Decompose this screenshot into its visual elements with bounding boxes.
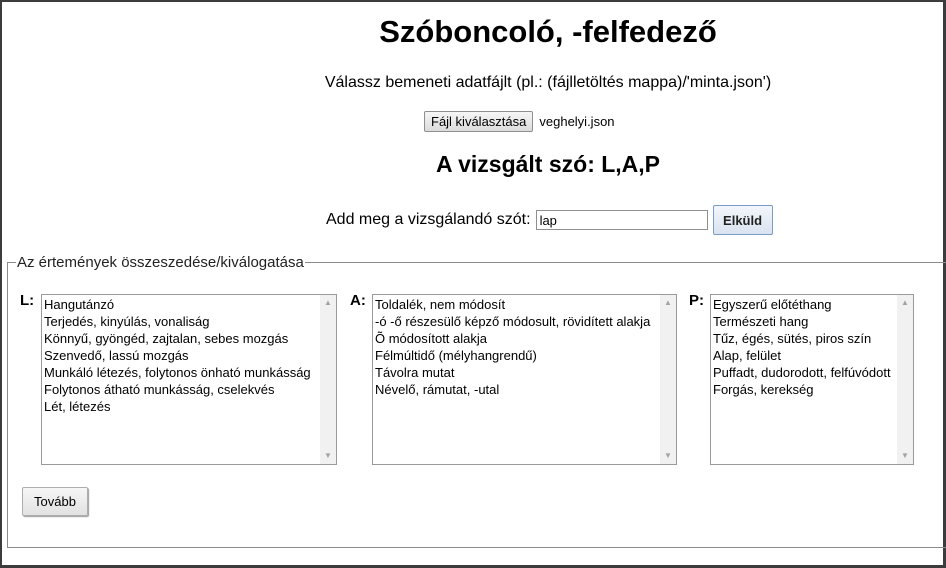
scroll-up-arrow-icon[interactable]: ▲: [320, 295, 336, 311]
meaning-list-l[interactable]: Hangutánzó Terjedés, kinyúlás, vonaliság K…: [41, 294, 337, 465]
page-title: Szóboncoló, -felfedező: [379, 14, 717, 49]
list-option[interactable]: Folytonos átható munkásság, cselekvés: [44, 381, 336, 398]
list-option[interactable]: Munkáló létezés, folytonos önható munkás…: [44, 364, 336, 381]
meaning-list-items: Hangutánzó Terjedés, kinyúlás, vonaliság K…: [42, 295, 336, 415]
next-button[interactable]: Tovább: [22, 487, 88, 516]
list-scrollbar[interactable]: ▲ ▼: [320, 295, 336, 464]
list-option[interactable]: Távolra mutat: [375, 364, 676, 381]
choose-file-button[interactable]: Fájl kiválasztása: [424, 111, 534, 132]
list-scrollbar[interactable]: ▲ ▼: [660, 295, 676, 464]
list-option[interactable]: Tűz, égés, sütés, piros szín: [713, 330, 913, 347]
word-input-row: Add meg a vizsgálandó szót: Elküld: [326, 205, 773, 235]
file-instruction: Válassz bemeneti adatfájlt (pl.: (fájlle…: [324, 74, 772, 91]
meaning-list-items: Toldalék, nem módosít -ó -ő részesülő kép…: [373, 295, 676, 398]
examined-word-heading: A vizsgált szó: L,A,P: [435, 151, 661, 177]
scroll-down-arrow-icon[interactable]: ▼: [660, 448, 676, 464]
list-option[interactable]: Forgás, kerekség: [713, 381, 913, 398]
list-option[interactable]: Puffadt, dudorodott, felfúvódott: [713, 364, 913, 381]
list-option[interactable]: Természeti hang: [713, 313, 913, 330]
list-option[interactable]: -ó -ő részesülő képző módosult, rövidíte…: [375, 313, 676, 330]
meaning-list-items: Egyszerű előtéthang Természeti hang Tűz, é…: [711, 295, 913, 398]
meaning-list-a[interactable]: Toldalék, nem módosít -ó -ő részesülő kép…: [372, 294, 677, 465]
list-option[interactable]: Egyszerű előtéthang: [713, 296, 913, 313]
list-option[interactable]: Szenvedő, lassú mozgás: [44, 347, 336, 364]
column-letter-a: A:: [350, 292, 366, 309]
file-picker: Fájl kiválasztása veghelyi.json: [424, 111, 615, 132]
list-option[interactable]: Terjedés, kinyúlás, vonaliság: [44, 313, 336, 330]
list-option[interactable]: Félmúltidő (mélyhangrendű): [375, 347, 676, 364]
fieldset-legend: Az értemények összeszedése/kiválogatása: [17, 254, 304, 271]
submit-button[interactable]: Elküld: [712, 205, 773, 235]
list-option[interactable]: Toldalék, nem módosít: [375, 296, 676, 313]
word-input-label: Add meg a vizsgálandó szót:: [326, 211, 531, 228]
column-letter-p: P:: [689, 292, 704, 309]
column-letter-l: L:: [20, 292, 35, 309]
list-option[interactable]: Névelő, rámutat, -utal: [375, 381, 676, 398]
list-option[interactable]: Alap, felület: [713, 347, 913, 364]
scroll-up-arrow-icon[interactable]: ▲: [660, 295, 676, 311]
list-option[interactable]: Hangutánzó: [44, 296, 336, 313]
list-option[interactable]: Könnyű, gyöngéd, zajtalan, sebes mozgás: [44, 330, 336, 347]
word-input[interactable]: [535, 210, 708, 230]
scroll-up-arrow-icon[interactable]: ▲: [897, 295, 913, 311]
list-option[interactable]: Õ módosított alakja: [375, 330, 676, 347]
selected-file-name: veghelyi.json: [539, 114, 615, 129]
list-option[interactable]: Lét, létezés: [44, 398, 336, 415]
meaning-list-p[interactable]: Egyszerű előtéthang Természeti hang Tűz, é…: [710, 294, 914, 465]
scroll-down-arrow-icon[interactable]: ▼: [897, 448, 913, 464]
scroll-down-arrow-icon[interactable]: ▼: [320, 448, 336, 464]
list-scrollbar[interactable]: ▲ ▼: [897, 295, 913, 464]
